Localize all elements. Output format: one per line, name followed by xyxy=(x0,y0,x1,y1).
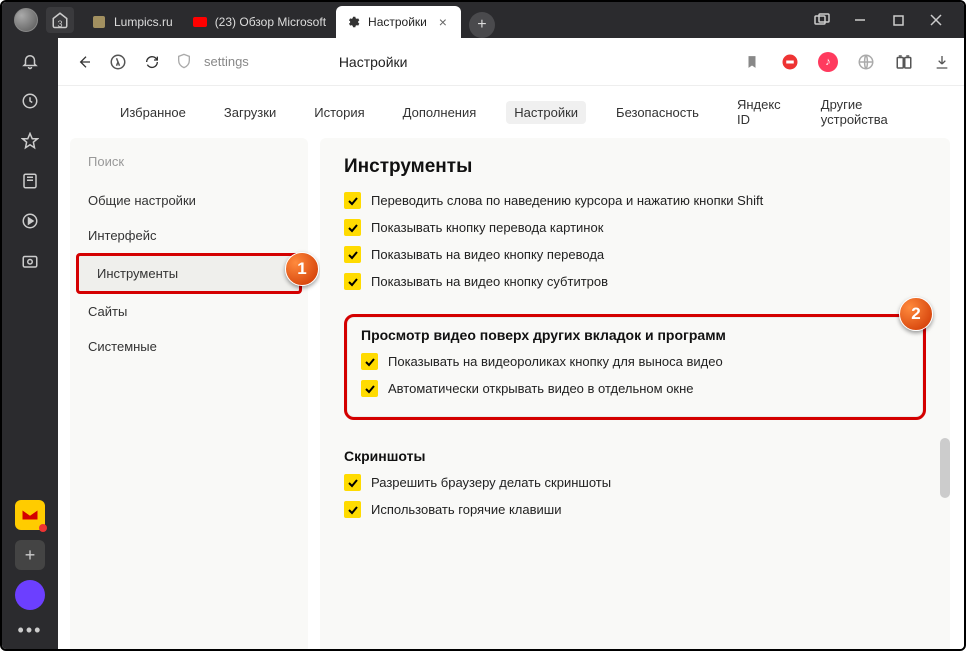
settings-content: Инструменты Переводить слова по наведени… xyxy=(320,138,950,651)
setting-video-translate-button[interactable]: Показывать на видео кнопку перевода xyxy=(344,246,926,263)
screenshots-title: Скриншоты xyxy=(344,448,926,464)
sidebar-item-sites[interactable]: Сайты xyxy=(70,294,308,329)
star-icon[interactable] xyxy=(19,130,41,152)
download-icon[interactable] xyxy=(932,52,952,72)
music-icon[interactable]: ♪ xyxy=(818,52,838,72)
setting-allow-screenshots[interactable]: Разрешить браузеру делать скриншоты xyxy=(344,474,926,491)
url-field[interactable]: settings Настройки xyxy=(176,53,728,71)
cat-security[interactable]: Безопасность xyxy=(608,101,707,124)
tab-close-icon[interactable]: × xyxy=(435,14,451,30)
cat-yandex-id[interactable]: Яндекс ID xyxy=(729,93,791,131)
tab-strip: Lumpics.ru (23) Обзор Microsoft Настройк… xyxy=(82,2,794,38)
setting-video-subtitles-button[interactable]: Показывать на видео кнопку субтитров xyxy=(344,273,926,290)
sidebar-item-system[interactable]: Системные xyxy=(70,329,308,364)
left-rail: + ••• xyxy=(2,38,58,651)
more-icon[interactable]: ••• xyxy=(18,620,43,641)
close-icon[interactable] xyxy=(926,10,946,30)
callout-badge-1: 1 xyxy=(285,252,319,286)
address-bar: settings Настройки ♪ xyxy=(58,38,966,86)
setting-pip-auto-open[interactable]: Автоматически открывать видео в отдельно… xyxy=(361,380,909,397)
translate-icon[interactable] xyxy=(856,52,876,72)
sidebar-item-tools[interactable]: Инструменты 1 xyxy=(76,253,302,294)
setting-translate-hover[interactable]: Переводить слова по наведению курсора и … xyxy=(344,192,926,209)
screenshots-section: Скриншоты Разрешить браузеру делать скри… xyxy=(344,448,926,518)
titlebar: 3 Lumpics.ru (23) Обзор Microsoft Настро… xyxy=(2,2,964,38)
cat-downloads[interactable]: Загрузки xyxy=(216,101,284,124)
checkbox-icon[interactable] xyxy=(344,273,361,290)
pip-title: Просмотр видео поверх других вкладок и п… xyxy=(361,327,909,343)
mail-widget[interactable] xyxy=(15,500,45,530)
sidebar-item-interface[interactable]: Интерфейс xyxy=(70,218,308,253)
adblock-icon[interactable] xyxy=(780,52,800,72)
checkbox-icon[interactable] xyxy=(344,192,361,209)
maximize-icon[interactable] xyxy=(888,10,908,30)
home-badge: 3 xyxy=(57,19,62,29)
checkbox-icon[interactable] xyxy=(344,219,361,236)
checkbox-icon[interactable] xyxy=(344,246,361,263)
cat-addons[interactable]: Дополнения xyxy=(395,101,485,124)
callout-badge-2: 2 xyxy=(899,297,933,331)
alice-button[interactable] xyxy=(15,580,45,610)
favicon-youtube xyxy=(193,15,207,29)
profile-avatar[interactable] xyxy=(14,8,38,32)
bookmark-icon[interactable] xyxy=(742,52,762,72)
reload-button[interactable] xyxy=(142,52,162,72)
category-nav: Избранное Загрузки История Дополнения На… xyxy=(58,86,966,138)
video-icon[interactable] xyxy=(19,210,41,232)
favicon-lumpics xyxy=(92,15,106,29)
screenshot-icon[interactable] xyxy=(19,250,41,272)
bookmarks-icon[interactable] xyxy=(19,170,41,192)
checkbox-icon[interactable] xyxy=(361,380,378,397)
setting-hotkeys[interactable]: Использовать горячие клавиши xyxy=(344,501,926,518)
history-icon[interactable] xyxy=(19,90,41,112)
home-button[interactable]: 3 xyxy=(46,7,74,33)
tab-settings[interactable]: Настройки × xyxy=(336,6,461,38)
extensions-icon[interactable] xyxy=(894,52,914,72)
cat-settings[interactable]: Настройки xyxy=(506,101,586,124)
add-widget-button[interactable]: + xyxy=(15,540,45,570)
back-button[interactable] xyxy=(74,52,94,72)
notification-dot xyxy=(39,524,47,532)
yandex-logo-icon[interactable] xyxy=(108,52,128,72)
setting-pip-show-button[interactable]: Показывать на видеороликах кнопку для вы… xyxy=(361,353,909,370)
cat-other-devices[interactable]: Другие устройства xyxy=(813,93,914,131)
section-title-tools: Инструменты xyxy=(344,156,926,178)
cat-favorites[interactable]: Избранное xyxy=(112,101,194,124)
main-area: settings Настройки ♪ Избранное Загрузки … xyxy=(58,38,966,651)
new-tab-button[interactable]: + xyxy=(469,12,495,38)
url-text: settings xyxy=(204,54,249,69)
page-title: Настройки xyxy=(339,54,408,70)
sidebar-item-general[interactable]: Общие настройки xyxy=(70,183,308,218)
shield-icon xyxy=(176,53,194,71)
minimize-icon[interactable] xyxy=(850,10,870,30)
checkbox-icon[interactable] xyxy=(361,353,378,370)
tabs-overview-icon[interactable] xyxy=(812,10,832,30)
gear-icon xyxy=(346,15,360,29)
settings-sidebar: Поиск Общие настройки Интерфейс Инструме… xyxy=(70,138,308,651)
setting-image-translate-button[interactable]: Показывать кнопку перевода картинок xyxy=(344,219,926,236)
checkbox-icon[interactable] xyxy=(344,501,361,518)
bell-icon[interactable] xyxy=(19,50,41,72)
search-input[interactable]: Поиск xyxy=(88,154,290,169)
cat-history[interactable]: История xyxy=(306,101,372,124)
pip-section: 2 Просмотр видео поверх других вкладок и… xyxy=(344,314,926,420)
tab-youtube[interactable]: (23) Обзор Microsoft xyxy=(183,6,336,38)
tab-lumpics[interactable]: Lumpics.ru xyxy=(82,6,183,38)
scrollbar-thumb[interactable] xyxy=(940,438,950,498)
checkbox-icon[interactable] xyxy=(344,474,361,491)
